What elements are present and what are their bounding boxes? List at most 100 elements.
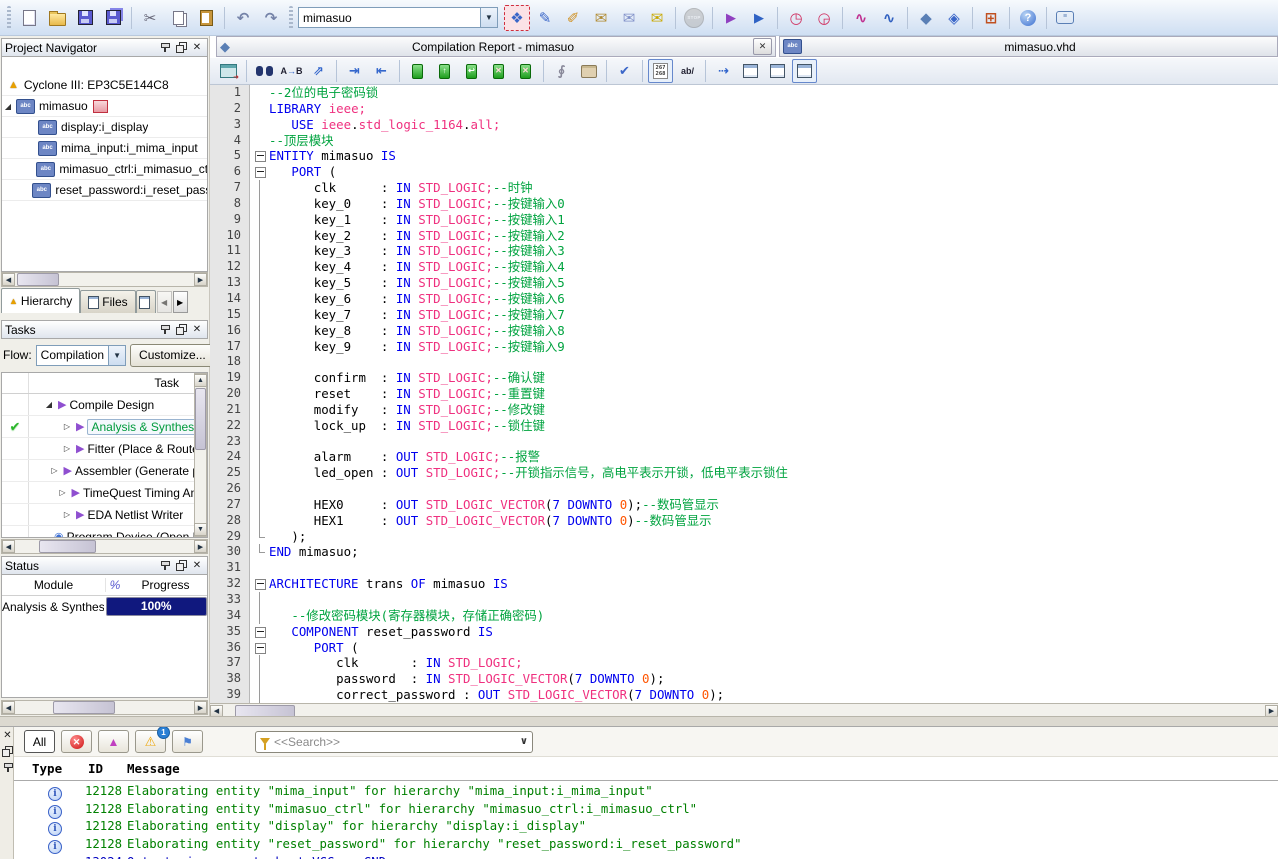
chevron-down-icon[interactable]: ▼ [480, 8, 497, 27]
close-icon[interactable]: ✕ [1, 729, 15, 742]
undo-icon[interactable]: ↶ [230, 5, 256, 31]
message-row[interactable]: i 12128 Elaborating entity "display" for h… [14, 818, 1278, 837]
clear-all-bookmarks-icon[interactable]: ✕ [513, 59, 538, 83]
code-line[interactable]: 24 alarm : OUT STD_LOGIC;--报警 [210, 449, 1278, 466]
vhdl-file-titlebar[interactable]: abc mimasuo.vhd [779, 36, 1278, 57]
message-row[interactable]: i 12128 Elaborating entity "mima_input" fo… [14, 783, 1278, 801]
restore-icon[interactable] [174, 559, 188, 572]
task-row[interactable]: ▷▶Assembler (Generate programming files) [2, 460, 207, 482]
message-search-combobox[interactable]: <<Search>> ∨ [255, 730, 533, 753]
chevron-down-icon[interactable]: ▼ [108, 345, 126, 365]
instance-node[interactable]: abc mimasuo_ctrl:i_mimasuo_ctrl [2, 159, 207, 180]
start-analysis-synthesis-icon[interactable]: ▶ [746, 5, 772, 31]
unindent-icon[interactable]: ⇤ [369, 59, 394, 83]
filter-warnings-button[interactable]: ⚠ 1 [135, 727, 170, 753]
message-row[interactable]: ⚠13024Output pins are stuck at VCC or GN… [14, 854, 1278, 859]
close-icon[interactable]: ✕ [753, 38, 772, 55]
code-line[interactable]: 20 reset : IN STD_LOGIC;--重置键 [210, 386, 1278, 402]
filter-all-button[interactable]: All [24, 730, 55, 753]
assignment-editor-icon[interactable]: ✎ [532, 5, 558, 31]
message-row[interactable]: i 12128 Elaborating entity "reset_password… [14, 836, 1278, 855]
pin-icon[interactable] [158, 323, 172, 336]
instance-node[interactable]: abc mima_input:i_mima_input [2, 138, 207, 159]
expander-icon[interactable]: ▷ [49, 466, 61, 475]
tasks-vscrollbar[interactable]: ▲ ▼ [194, 373, 207, 537]
close-icon[interactable]: ✕ [190, 559, 204, 572]
feedback-icon[interactable]: ≡ [1052, 5, 1078, 31]
chevron-down-icon[interactable]: ∨ [520, 736, 528, 747]
scroll-left-icon[interactable]: ◀ [2, 540, 15, 553]
analyze-current-file-icon[interactable]: ✔ [612, 59, 637, 83]
code-line[interactable]: 15 key_7 : IN STD_LOGIC;--按键输入7 [210, 306, 1278, 323]
cut-icon[interactable]: ✂ [137, 5, 163, 31]
code-line[interactable]: 6 PORT ( [210, 164, 1278, 181]
code-line[interactable]: 30 END mimasuo; [210, 544, 1278, 561]
code-line[interactable]: 32 ARCHITECTURE trans OF mimasuo IS [210, 576, 1278, 592]
code-line[interactable]: 33 [210, 592, 1278, 608]
code-line[interactable]: 28 HEX1 : OUT STD_LOGIC_VECTOR(7 DOWNTO … [210, 512, 1278, 529]
customize-button[interactable]: Customize... [130, 343, 215, 367]
tab-design-units[interactable] [135, 290, 156, 313]
filter-info-button[interactable]: ⚑ [172, 730, 203, 753]
filter-errors-button[interactable]: ✕ [61, 730, 92, 753]
fold-toggle-icon[interactable] [250, 576, 269, 592]
code-line[interactable]: 9 key_1 : IN STD_LOGIC;--按键输入1 [210, 211, 1278, 228]
new-file-icon[interactable] [16, 5, 42, 31]
scroll-right-icon[interactable]: ▶ [194, 701, 207, 714]
attach-file-icon[interactable]: ∮ [549, 59, 574, 83]
save-icon[interactable] [72, 5, 98, 31]
timequest-analyzer-icon[interactable]: ◷ [783, 5, 809, 31]
code-line[interactable]: 29 ); [210, 528, 1278, 545]
task-row[interactable]: ▷▶TimeQuest Timing Analysis [2, 482, 207, 504]
fold-toggle-icon[interactable] [250, 164, 269, 180]
find-icon[interactable] [252, 59, 277, 83]
task-row[interactable]: ▷ ▶ EDA Netlist Writer [2, 504, 207, 526]
code-line[interactable]: 21 modify : IN STD_LOGIC;--修改键 [210, 401, 1278, 418]
expander-icon[interactable]: ▷ [61, 422, 73, 431]
toolbar-grip[interactable] [289, 5, 293, 30]
report-window-icon[interactable] [216, 59, 241, 83]
scroll-left-icon[interactable]: ◀ [2, 701, 15, 714]
fold-collapse-icon[interactable] [738, 59, 763, 83]
expander-icon[interactable]: ▷ [61, 444, 73, 453]
code-line[interactable]: 22 lock_up : IN STD_LOGIC;--锁住键 [210, 417, 1278, 434]
chip-planner-icon[interactable]: ⊞ [978, 5, 1004, 31]
restore-icon[interactable] [1, 745, 15, 758]
tab-scroll-right-icon[interactable]: ▶ [172, 291, 188, 313]
scroll-right-icon[interactable]: ▶ [194, 540, 207, 553]
redo-icon[interactable]: ↷ [258, 5, 284, 31]
insert-template-icon[interactable] [576, 59, 601, 83]
tab-scroll-left-icon[interactable]: ◀ [156, 291, 172, 313]
code-line[interactable]: 23 [210, 433, 1278, 450]
tab-hierarchy[interactable]: ▲ Hierarchy [1, 288, 81, 313]
scroll-left-icon[interactable]: ◀ [2, 273, 15, 286]
classic-timing-analyzer-icon[interactable]: ◶ [811, 5, 837, 31]
code-line[interactable]: 11 key_3 : IN STD_LOGIC;--按键输入3 [210, 243, 1278, 260]
code-line[interactable]: 18 [210, 354, 1278, 371]
filter-critical-warnings-button[interactable]: ▲ [98, 730, 129, 753]
task-row[interactable]: ▷ ▶ Fitter (Place & Route) [2, 438, 207, 460]
task-row[interactable]: ✔ ▷ ▶ Analysis & Synthesis [2, 416, 207, 438]
code-editor[interactable]: 1 --2位的电子密码锁 2 LIBRARY ieee; 3 USE ieee.std_… [210, 85, 1278, 703]
fold-toggle-icon[interactable] [250, 640, 269, 656]
fold-toggle-icon[interactable] [250, 148, 269, 164]
flow-combobox[interactable]: Compilation ▼ [35, 344, 127, 366]
expander-icon[interactable]: ▷ [57, 488, 69, 497]
pin-icon[interactable] [158, 559, 172, 572]
settings-icon[interactable]: ✉ [588, 5, 614, 31]
scroll-thumb[interactable] [195, 388, 206, 450]
fold-toggle-icon[interactable] [250, 624, 269, 640]
copy-icon[interactable] [165, 5, 191, 31]
expander-icon[interactable]: ◢ [43, 400, 55, 409]
clear-bookmark-icon[interactable]: ✕ [486, 59, 511, 83]
design-partitions-icon[interactable]: ✉ [616, 5, 642, 31]
code-line[interactable]: 35 COMPONENT reset_password IS [210, 623, 1278, 640]
scroll-down-icon[interactable]: ▼ [194, 523, 207, 536]
code-line[interactable]: 25 led_open : OUT STD_LOGIC;--开锁指示信号，高电平… [210, 465, 1278, 482]
scroll-thumb[interactable] [39, 540, 96, 553]
task-row[interactable]: ◢ ▶ Compile Design [2, 394, 207, 416]
project-navigator-hscrollbar[interactable]: ◀ ▶ [1, 272, 208, 287]
code-line[interactable]: 4 --顶层模块 [210, 132, 1278, 149]
device-node[interactable]: ▲ Cyclone III: EP3C5E144C8 [2, 75, 207, 96]
previous-bookmark-icon[interactable]: ↩ [459, 59, 484, 83]
